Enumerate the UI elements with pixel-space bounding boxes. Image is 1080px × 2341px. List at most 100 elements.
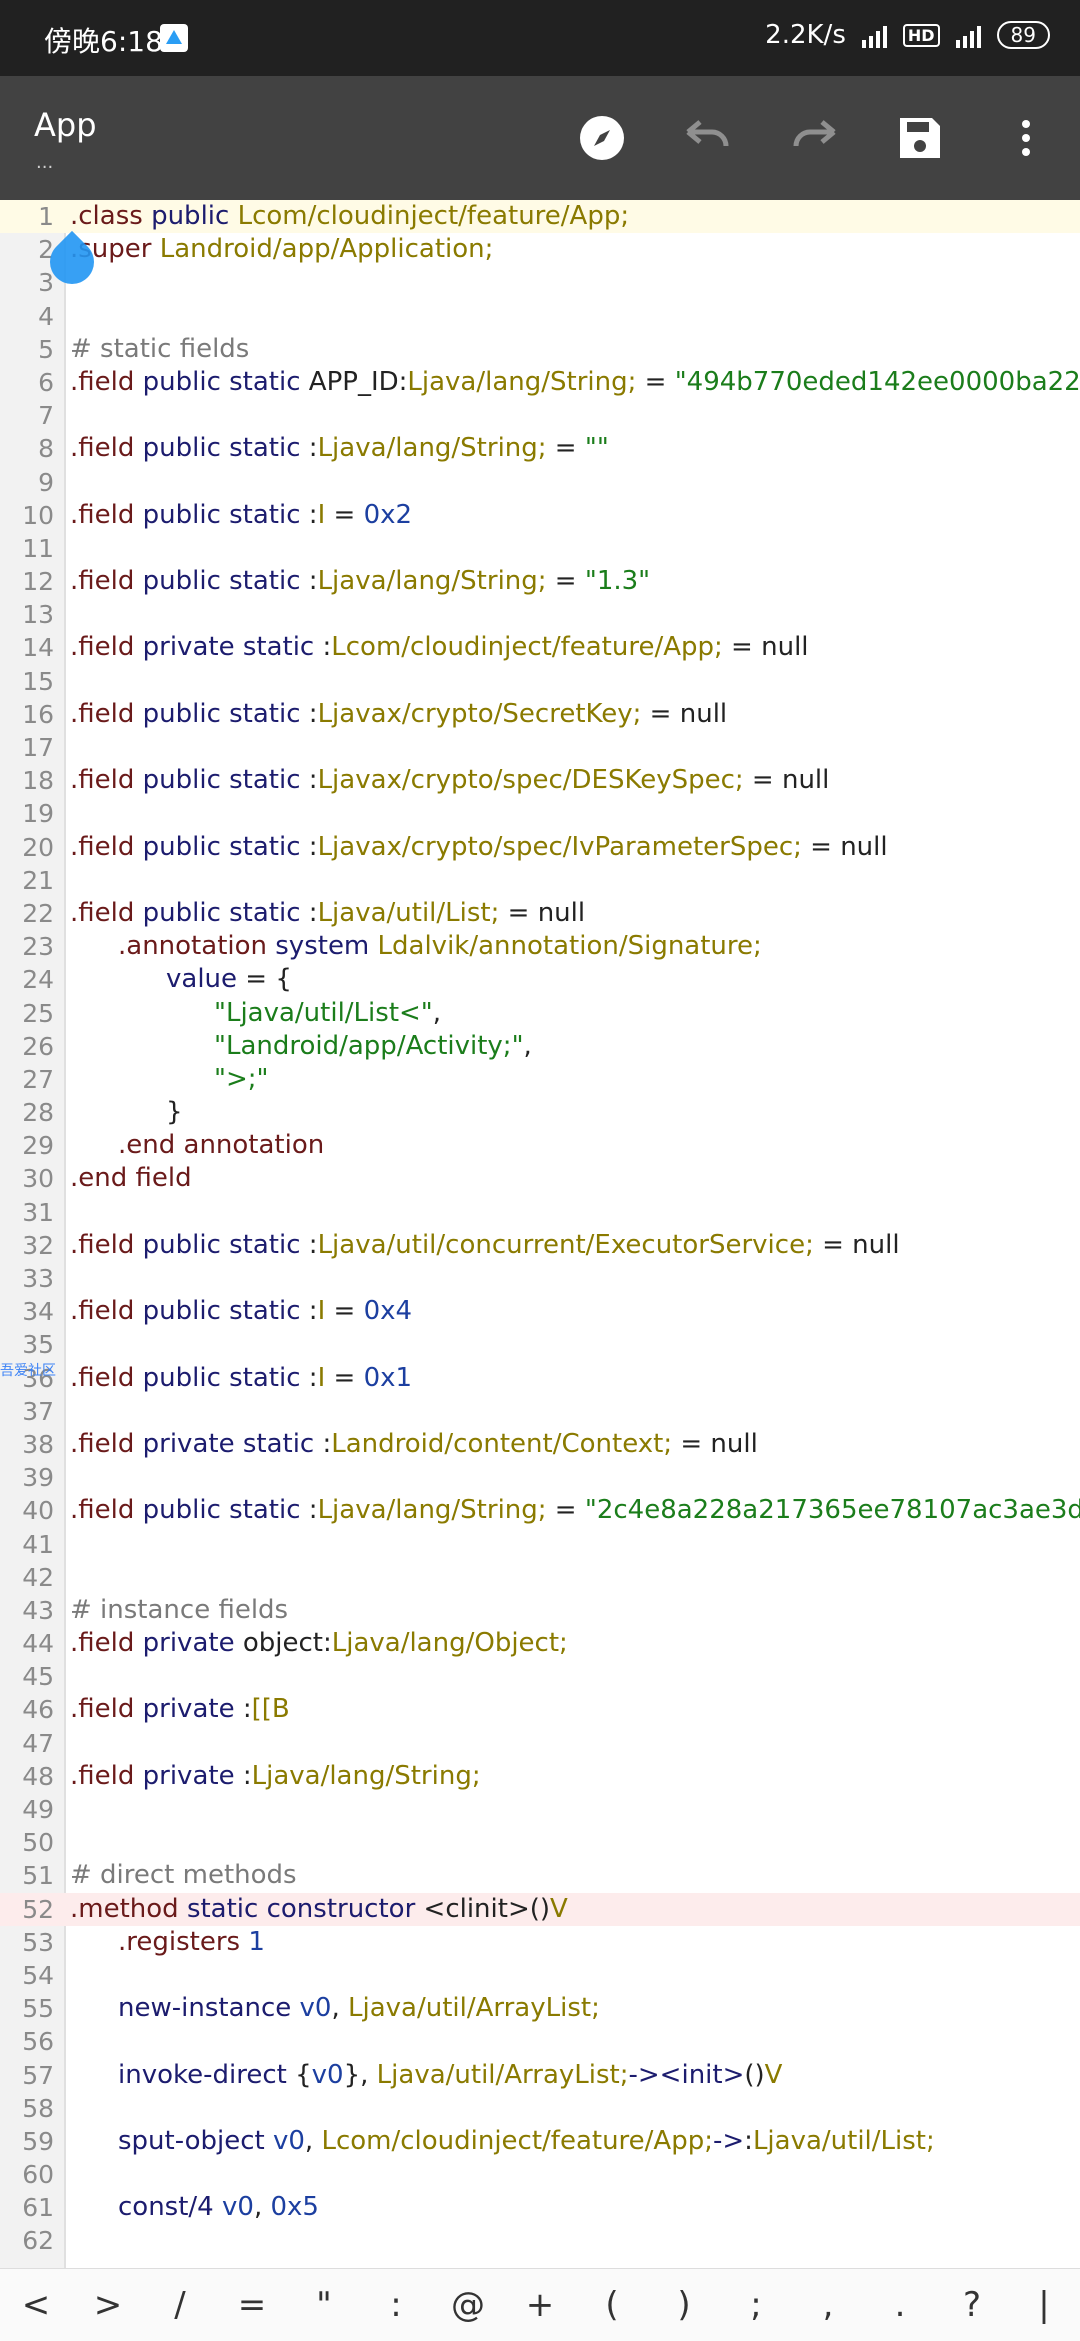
code-token: , bbox=[331, 1993, 348, 2024]
code-line[interactable]: 23 .annotation system Ldalvik/annotation/… bbox=[0, 930, 1080, 963]
code-token: : bbox=[300, 566, 318, 597]
symbol-key[interactable]: > bbox=[78, 2285, 138, 2325]
code-line[interactable]: 60 bbox=[0, 2158, 1080, 2191]
code-line[interactable]: 1 .class public Lcom/cloudinject/feature/… bbox=[0, 200, 1080, 234]
code-line[interactable]: 34 .field public static :I = 0x4 bbox=[0, 1295, 1080, 1328]
code-line[interactable]: 38 .field private static :Landroid/conten… bbox=[0, 1428, 1080, 1461]
line-number: 9 bbox=[38, 467, 54, 497]
code-line[interactable]: 61 const/4 v0, 0x5 bbox=[0, 2191, 1080, 2224]
code-line[interactable]: 4 bbox=[0, 300, 1080, 333]
symbol-key[interactable]: @ bbox=[438, 2285, 498, 2325]
undo-button[interactable] bbox=[678, 108, 738, 168]
code-line[interactable]: 3 bbox=[0, 266, 1080, 299]
code-line[interactable]: 10 .field public static :I = 0x2 bbox=[0, 499, 1080, 532]
code-line[interactable]: 58 bbox=[0, 2092, 1080, 2125]
code-line[interactable]: 37 bbox=[0, 1395, 1080, 1428]
symbol-key[interactable]: ) bbox=[654, 2285, 714, 2325]
code-line[interactable]: 45 bbox=[0, 1660, 1080, 1693]
save-button[interactable] bbox=[890, 108, 950, 168]
code-line[interactable]: 50 bbox=[0, 1826, 1080, 1859]
code-line[interactable]: 44 .field private object:Ljava/lang/Objec… bbox=[0, 1627, 1080, 1660]
code-line[interactable]: 27 ">;" bbox=[0, 1063, 1080, 1096]
code-line[interactable]: 13 bbox=[0, 598, 1080, 631]
symbol-key[interactable]: . bbox=[870, 2285, 930, 2325]
code-token: = null bbox=[499, 897, 586, 928]
code-line[interactable]: 14 .field private static :Lcom/cloudinjec… bbox=[0, 631, 1080, 664]
code-token: { bbox=[286, 2059, 312, 2090]
line-number: 18 bbox=[22, 766, 54, 796]
symbol-key[interactable]: | bbox=[1014, 2285, 1074, 2325]
symbol-key[interactable]: : bbox=[366, 2285, 426, 2325]
code-line[interactable]: 47 bbox=[0, 1727, 1080, 1760]
code-line[interactable]: 33 bbox=[0, 1262, 1080, 1295]
code-line[interactable]: 24 value = { bbox=[0, 963, 1080, 996]
code-token: : bbox=[300, 765, 318, 796]
code-line[interactable]: 16 .field public static :Ljavax/crypto/Se… bbox=[0, 698, 1080, 731]
code-line[interactable]: 18 .field public static :Ljavax/crypto/sp… bbox=[0, 764, 1080, 797]
code-line[interactable]: 12 .field public static :Ljava/lang/Strin… bbox=[0, 565, 1080, 598]
code-line[interactable]: 2 .super Landroid/app/Application; bbox=[0, 233, 1080, 266]
symbol-key[interactable]: , bbox=[798, 2285, 858, 2325]
symbol-key[interactable]: " bbox=[294, 2285, 354, 2325]
code-token: "2c4e8a228a217365ee78107ac3ae3dcc bbox=[584, 1495, 1080, 1526]
code-line[interactable]: 22 .field public static :Ljava/util/List;… bbox=[0, 897, 1080, 930]
code-line[interactable]: 51 # direct methods bbox=[0, 1859, 1080, 1892]
navigate-button[interactable] bbox=[572, 108, 632, 168]
code-line[interactable]: 5 # static fields bbox=[0, 333, 1080, 366]
code-line[interactable]: 15 bbox=[0, 665, 1080, 698]
line-code: .field private :[[B bbox=[70, 1693, 290, 1726]
redo-button[interactable] bbox=[784, 108, 844, 168]
code-line[interactable]: 43 # instance fields bbox=[0, 1594, 1080, 1627]
code-line[interactable]: 39 bbox=[0, 1461, 1080, 1494]
code-line[interactable]: 8 .field public static :Ljava/lang/String… bbox=[0, 432, 1080, 465]
code-line[interactable]: 6 .field public static APP_ID:Ljava/lang/… bbox=[0, 366, 1080, 399]
code-token: Landroid/app/Application; bbox=[159, 234, 494, 265]
code-line[interactable]: 36 .field public static :I = 0x1 bbox=[0, 1362, 1080, 1395]
code-line[interactable]: 29 .end annotation bbox=[0, 1129, 1080, 1162]
code-line[interactable]: 28} bbox=[0, 1096, 1080, 1129]
code-line[interactable]: 17 bbox=[0, 731, 1080, 764]
code-token: : bbox=[300, 897, 318, 928]
code-line[interactable]: 57 invoke-direct {v0}, Ljava/util/ArrayLi… bbox=[0, 2059, 1080, 2092]
code-line[interactable]: 35 bbox=[0, 1328, 1080, 1361]
code-line[interactable]: 32 .field public static :Ljava/util/concu… bbox=[0, 1229, 1080, 1262]
code-line[interactable]: 56 bbox=[0, 2025, 1080, 2058]
code-line[interactable]: 62 bbox=[0, 2224, 1080, 2257]
symbol-key[interactable]: ; bbox=[726, 2285, 786, 2325]
symbol-key[interactable]: = bbox=[222, 2285, 282, 2325]
code-line[interactable]: 48 .field private :Ljava/lang/String; bbox=[0, 1760, 1080, 1793]
symbol-key[interactable]: + bbox=[510, 2285, 570, 2325]
code-line[interactable]: 52 .method static constructor <clinit>()V bbox=[0, 1892, 1080, 1926]
symbol-key[interactable]: ? bbox=[942, 2285, 1002, 2325]
line-number: 58 bbox=[22, 2093, 54, 2123]
code-line[interactable]: 30 .end field bbox=[0, 1162, 1080, 1195]
code-line[interactable]: 20 .field public static :Ljavax/crypto/sp… bbox=[0, 831, 1080, 864]
code-line[interactable]: 53 .registers 1 bbox=[0, 1926, 1080, 1959]
code-line[interactable]: 25 "Ljava/util/List<", bbox=[0, 997, 1080, 1030]
code-line[interactable]: 11 bbox=[0, 532, 1080, 565]
code-line[interactable]: 26 "Landroid/app/Activity;", bbox=[0, 1030, 1080, 1063]
code-line[interactable]: 49 bbox=[0, 1793, 1080, 1826]
code-line[interactable]: 40 .field public static :Ljava/lang/Strin… bbox=[0, 1494, 1080, 1527]
code-line[interactable]: 19 bbox=[0, 797, 1080, 830]
line-code: "Ljava/util/List<", bbox=[70, 997, 441, 1030]
code-line[interactable]: 46 .field private :[[B bbox=[0, 1693, 1080, 1726]
code-line[interactable]: 9 bbox=[0, 466, 1080, 499]
line-number: 37 bbox=[22, 1396, 54, 1426]
more-options-button[interactable] bbox=[996, 108, 1056, 168]
code-token: # static fields bbox=[70, 333, 250, 364]
code-line[interactable]: 59 sput-object v0, Lcom/cloudinject/featu… bbox=[0, 2125, 1080, 2158]
code-line[interactable]: 54 bbox=[0, 1959, 1080, 1992]
symbol-key[interactable]: / bbox=[150, 2285, 210, 2325]
code-line[interactable]: 41 bbox=[0, 1528, 1080, 1561]
code-line[interactable]: 42 bbox=[0, 1561, 1080, 1594]
code-editor[interactable]: 1 .class public Lcom/cloudinject/feature/… bbox=[0, 200, 1080, 2268]
code-line[interactable]: 55 new-instance v0, Ljava/util/ArrayList; bbox=[0, 1992, 1080, 2025]
symbol-key[interactable]: ( bbox=[582, 2285, 642, 2325]
code-line[interactable]: 7 bbox=[0, 399, 1080, 432]
code-line[interactable]: 21 bbox=[0, 864, 1080, 897]
line-number: 19 bbox=[22, 799, 54, 829]
code-line[interactable]: 31 bbox=[0, 1196, 1080, 1229]
symbol-key[interactable]: < bbox=[6, 2285, 66, 2325]
